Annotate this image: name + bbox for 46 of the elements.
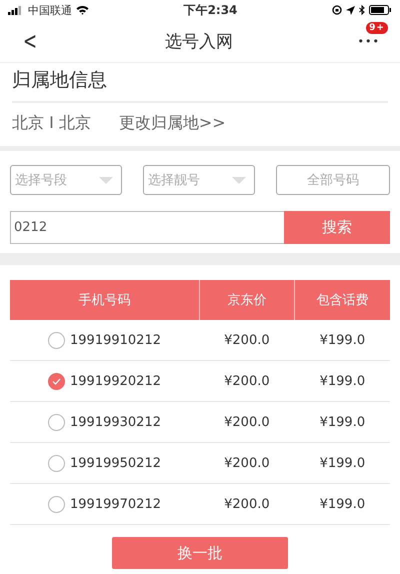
column-header: 手机号码 [10, 280, 200, 320]
battery-icon [368, 5, 392, 15]
refresh-batch-button[interactable]: 换一批 [112, 537, 288, 569]
phone-number: 19919930212 [70, 414, 161, 430]
table-cell: ¥199.0 [294, 320, 390, 360]
table-cell: ¥199.0 [294, 402, 390, 442]
notification-badge: 9+ [366, 22, 388, 34]
radio-button[interactable] [48, 496, 66, 512]
caret-icon [99, 176, 113, 184]
table-cell: ¥200.0 [199, 442, 295, 484]
back-button[interactable]: < [23, 27, 38, 55]
current-location: 北京 I 北京 [12, 113, 91, 134]
column-header: 包含话费 [294, 280, 390, 320]
radio-button[interactable] [48, 454, 66, 472]
table-cell: ¥200.0 [199, 320, 295, 360]
table-cell: ¥199.0 [294, 442, 390, 484]
search-field[interactable]: 0212 [10, 211, 284, 244]
select-dropdown[interactable]: 选择靓号 [143, 165, 255, 195]
phone-number: 19919970212 [70, 496, 161, 512]
signal-icon [8, 6, 24, 14]
lock-rotation-icon [332, 5, 342, 15]
carrier-name: 中国联通 [28, 2, 72, 18]
location-icon [346, 6, 355, 14]
radio-button[interactable] [48, 414, 66, 430]
phone-number: 19919950212 [70, 456, 161, 470]
phone-number: 19919920212 [70, 374, 161, 388]
all-numbers-button[interactable]: 全部号码 [276, 165, 390, 195]
select-dropdown[interactable]: 选择号段 [10, 165, 122, 195]
radio-button[interactable] [48, 372, 66, 390]
phone-number: 19919910212 [70, 332, 161, 348]
search-button[interactable]: 搜索 [284, 211, 390, 244]
change-location-link[interactable]: 更改归属地>> [118, 113, 226, 134]
table-cell: ¥199.0 [294, 360, 390, 402]
table-cell: ¥199.0 [294, 484, 390, 524]
bluetooth-icon [358, 5, 365, 15]
check-icon [52, 378, 62, 384]
wifi-icon [76, 5, 89, 15]
column-header: 京东价 [199, 280, 295, 320]
section-heading: 归属地信息 [12, 63, 388, 103]
caret-icon [232, 176, 246, 184]
status-time: 下午2:34 [184, 2, 238, 18]
table-cell: ¥200.0 [199, 360, 295, 402]
table-cell: ¥200.0 [199, 484, 295, 524]
page-title: 选号入网 [164, 30, 233, 52]
radio-button[interactable] [48, 332, 66, 348]
table-cell: ¥200.0 [199, 402, 295, 442]
